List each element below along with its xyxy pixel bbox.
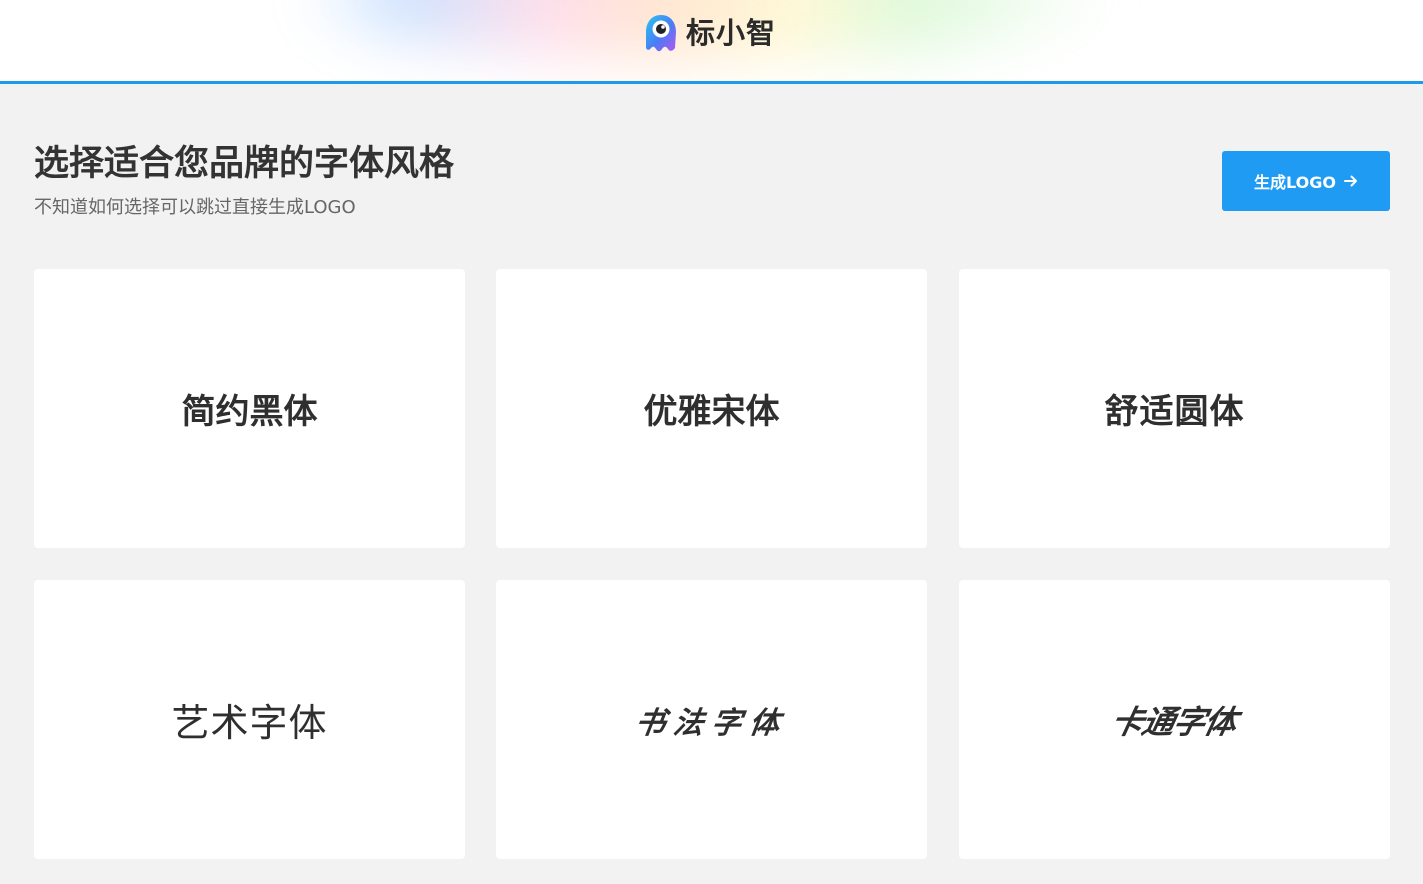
font-style-label: 优雅宋体 bbox=[643, 392, 780, 432]
font-style-label: 舒适圆体 bbox=[1104, 392, 1245, 432]
generate-logo-button-label: 生成LOGO bbox=[1254, 173, 1336, 192]
font-style-label: 简约黑体 bbox=[181, 392, 318, 432]
brand-logo-link[interactable]: 标小智 bbox=[642, 13, 776, 53]
font-style-card-elegant-songti[interactable]: 优雅宋体 bbox=[496, 269, 927, 548]
monster-mascot-icon bbox=[646, 15, 676, 52]
generate-logo-button[interactable]: 生成LOGO bbox=[1222, 151, 1390, 211]
font-style-card-comfortable-rounded[interactable]: 舒适圆体 bbox=[959, 269, 1390, 548]
font-style-card-calligraphy[interactable]: 书法字体 bbox=[496, 580, 927, 859]
font-style-label: 卡通字体 bbox=[1108, 702, 1241, 741]
font-style-card-cartoon[interactable]: 卡通字体 bbox=[959, 580, 1390, 859]
font-style-card-artistic[interactable]: 艺术字体 bbox=[34, 580, 465, 859]
font-style-card-simple-heiti[interactable]: 简约黑体 bbox=[34, 269, 465, 548]
top-navigation-bar: 标小智 bbox=[0, 0, 1423, 84]
page-subtitle: 不知道如何选择可以跳过直接生成LOGO bbox=[34, 197, 356, 218]
font-style-label: 书法字体 bbox=[632, 705, 790, 741]
font-style-label: 艺术字体 bbox=[171, 701, 328, 745]
arrow-right-icon bbox=[1343, 175, 1357, 187]
page-title: 选择适合您品牌的字体风格 bbox=[34, 144, 455, 184]
brand-name: 标小智 bbox=[686, 16, 777, 50]
